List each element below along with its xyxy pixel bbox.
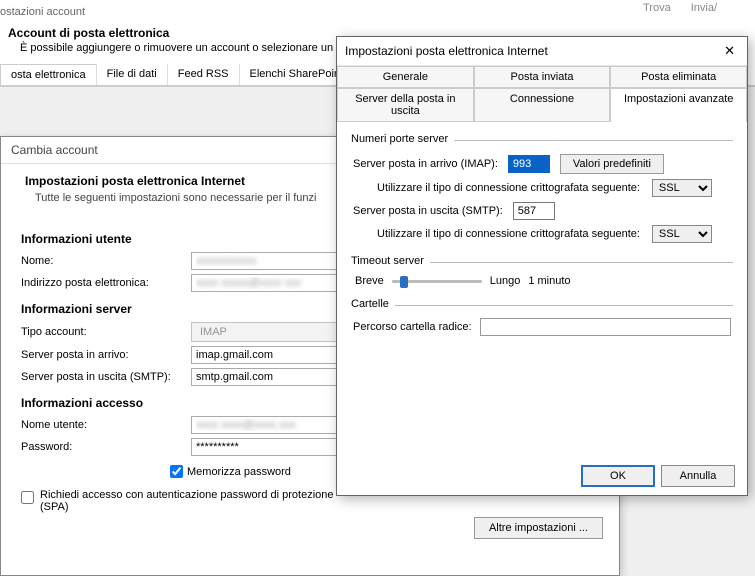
tab-rss[interactable]: Feed RSS <box>168 64 240 85</box>
label-account-type: Tipo account: <box>21 326 191 338</box>
label-outgoing-server: Server posta in uscita (SMTP): <box>21 371 191 383</box>
more-settings-button[interactable]: Altre impostazioni ... <box>474 517 603 539</box>
imap-port-input[interactable] <box>508 155 550 173</box>
imap-encryption-select[interactable]: SSL <box>652 179 712 197</box>
timeout-legend: Timeout server <box>351 255 430 267</box>
password-input[interactable] <box>191 438 356 456</box>
label-username: Nome utente: <box>21 419 191 431</box>
tab-connection[interactable]: Connessione <box>474 88 611 121</box>
tab-deleted[interactable]: Posta eliminata <box>610 66 747 87</box>
label-smtp-port: Server posta in uscita (SMTP): <box>353 205 503 217</box>
outgoing-server-input[interactable] <box>191 368 356 386</box>
ports-legend: Numeri porte server <box>351 133 454 145</box>
smtp-port-input[interactable] <box>513 202 555 220</box>
spa-label: Richiedi accesso con autenticazione pass… <box>40 489 350 513</box>
email-input[interactable] <box>191 274 356 292</box>
label-root-folder: Percorso cartella radice: <box>353 321 472 333</box>
ports-group: Numeri porte server Server posta in arri… <box>351 140 733 250</box>
account-type-select: IMAP <box>191 322 356 342</box>
tab-datafiles[interactable]: File di dati <box>97 64 168 85</box>
tab-general[interactable]: Generale <box>337 66 474 87</box>
tab-advanced[interactable]: Impostazioni avanzate <box>610 88 747 121</box>
timeout-group: Timeout server Breve Lungo 1 minuto <box>351 262 733 293</box>
folders-legend: Cartelle <box>351 298 395 310</box>
name-input[interactable] <box>191 252 356 270</box>
label-timeout-value: 1 minuto <box>528 275 570 287</box>
close-icon[interactable]: ✕ <box>720 43 739 59</box>
internet-email-settings-dialog: Impostazioni posta elettronica Internet … <box>336 36 748 496</box>
defaults-button[interactable]: Valori predefiniti <box>560 154 664 174</box>
find-button[interactable]: Trova <box>643 2 671 14</box>
remember-password-checkbox[interactable] <box>170 465 183 478</box>
label-long: Lungo <box>490 275 521 287</box>
remember-password-label: Memorizza password <box>187 466 291 478</box>
username-input[interactable] <box>191 416 356 434</box>
timeout-slider[interactable] <box>392 280 482 283</box>
tab-outgoing-server[interactable]: Server della posta in uscita <box>337 88 474 121</box>
label-imap-encryption: Utilizzare il tipo di connessione critto… <box>377 182 640 194</box>
label-smtp-encryption: Utilizzare il tipo di connessione critto… <box>377 228 640 240</box>
spa-checkbox[interactable] <box>21 491 34 504</box>
label-imap-port: Server posta in arrivo (IMAP): <box>353 158 498 170</box>
tab-email[interactable]: osta elettronica <box>0 64 97 85</box>
cancel-button[interactable]: Annulla <box>661 465 735 487</box>
ok-button[interactable]: OK <box>581 465 655 487</box>
slider-thumb-icon[interactable] <box>400 276 408 288</box>
label-email: Indirizzo posta elettronica: <box>21 277 191 289</box>
label-short: Breve <box>355 275 384 287</box>
send-button[interactable]: Invia/ <box>691 2 717 14</box>
folders-group: Cartelle Percorso cartella radice: <box>351 305 733 342</box>
label-name: Nome: <box>21 255 191 267</box>
incoming-server-input[interactable] <box>191 346 356 364</box>
label-incoming-server: Server posta in arrivo: <box>21 349 191 361</box>
dialog-title: Impostazioni posta elettronica Internet <box>345 44 548 58</box>
root-folder-input[interactable] <box>480 318 731 336</box>
label-password: Password: <box>21 441 191 453</box>
tab-sent[interactable]: Posta inviata <box>474 66 611 87</box>
toolbar-buttons: Trova Invia/ <box>635 0 725 16</box>
smtp-encryption-select[interactable]: SSL <box>652 225 712 243</box>
